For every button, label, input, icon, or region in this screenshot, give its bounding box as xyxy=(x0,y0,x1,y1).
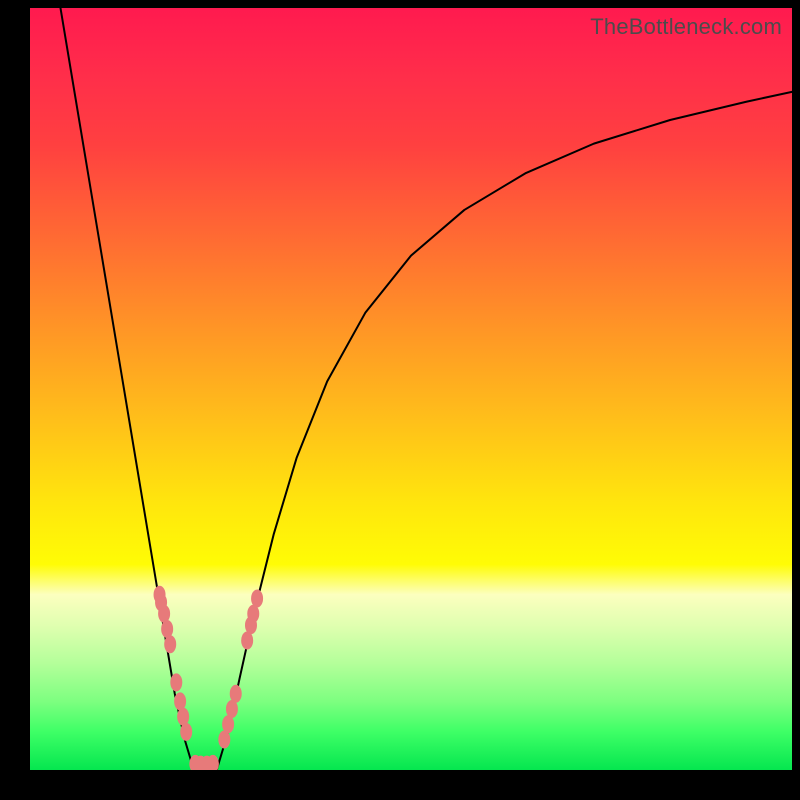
data-marker xyxy=(170,673,182,691)
chart-svg xyxy=(30,8,792,770)
plot-area: TheBottleneck.com xyxy=(30,8,792,770)
watermark-text: TheBottleneck.com xyxy=(590,14,782,40)
data-marker xyxy=(251,590,263,608)
data-marker xyxy=(161,620,173,638)
data-marker xyxy=(174,692,186,710)
data-marker xyxy=(230,685,242,703)
data-marker xyxy=(180,723,192,741)
data-marker xyxy=(158,605,170,623)
bottleneck-curve xyxy=(60,8,792,770)
data-marker xyxy=(164,635,176,653)
chart-frame: TheBottleneck.com xyxy=(0,0,800,800)
marker-group xyxy=(154,586,264,770)
curve-group xyxy=(60,8,792,770)
data-marker xyxy=(177,708,189,726)
